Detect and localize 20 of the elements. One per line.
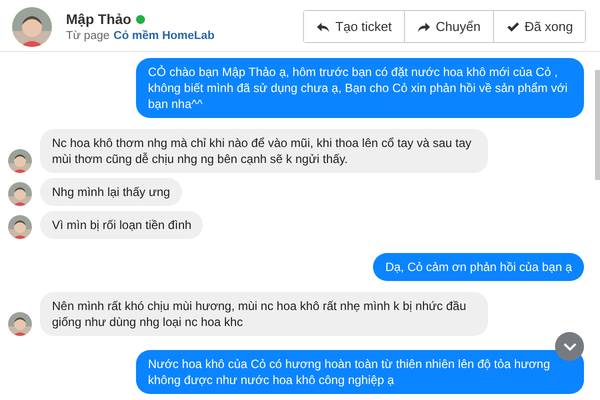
avatar bbox=[12, 6, 52, 46]
page-link[interactable]: Cỏ mềm HomeLab bbox=[114, 30, 214, 42]
avatar bbox=[8, 215, 32, 239]
avatar bbox=[8, 149, 32, 173]
sent-message: Nước hoa khô của Cỏ có hương hoàn toàn từ thiên nhiên lên độ tỏa hương không được như nước hoa khô công nghiệp ạ bbox=[136, 350, 584, 394]
chevron-down-icon bbox=[562, 342, 576, 352]
scrollbar[interactable] bbox=[595, 70, 600, 180]
avatar bbox=[8, 312, 32, 336]
received-message: Nên mình rất khó chịu mùi hương, mùi nc hoa khô rất nhẹ mình k bị nhức đầu giống như dùng nhg loại nc hoa khc bbox=[40, 292, 488, 336]
received-message: Vì mìn bị rối loạn tiền đình bbox=[40, 211, 204, 239]
scroll-down-button[interactable] bbox=[555, 332, 584, 361]
avatar bbox=[8, 182, 32, 206]
sent-message: Dạ, Cỏ cảm ơn phản hồi của bạn ạ bbox=[373, 253, 584, 281]
source-label: Từ page bbox=[66, 30, 110, 42]
check-icon bbox=[506, 20, 520, 34]
contact-name: Mập Thảo bbox=[66, 11, 132, 27]
received-message: Nhg mình lại thấy ưng bbox=[40, 178, 182, 206]
sent-message: CỎ chào bạn Mập Thảo ạ, hôm trước bạn có đặt nước hoa khô mới của Cỏ , không biết mình đã sử dụng chưa ạ, Bạn cho Cỏ xin phản hồi về sản phẩm với bạn nha^^ bbox=[136, 58, 584, 118]
received-message: Nc hoa khô thơm nhg mà chỉ khi nào để vào mũi, khi thoa lên cổ tay và sau tay mùi thơm cũng dễ chịu nhg ng bên cạnh sẽ k ngửi thấy. bbox=[40, 129, 488, 173]
action-button[interactable]: Đã xong bbox=[492, 11, 585, 42]
